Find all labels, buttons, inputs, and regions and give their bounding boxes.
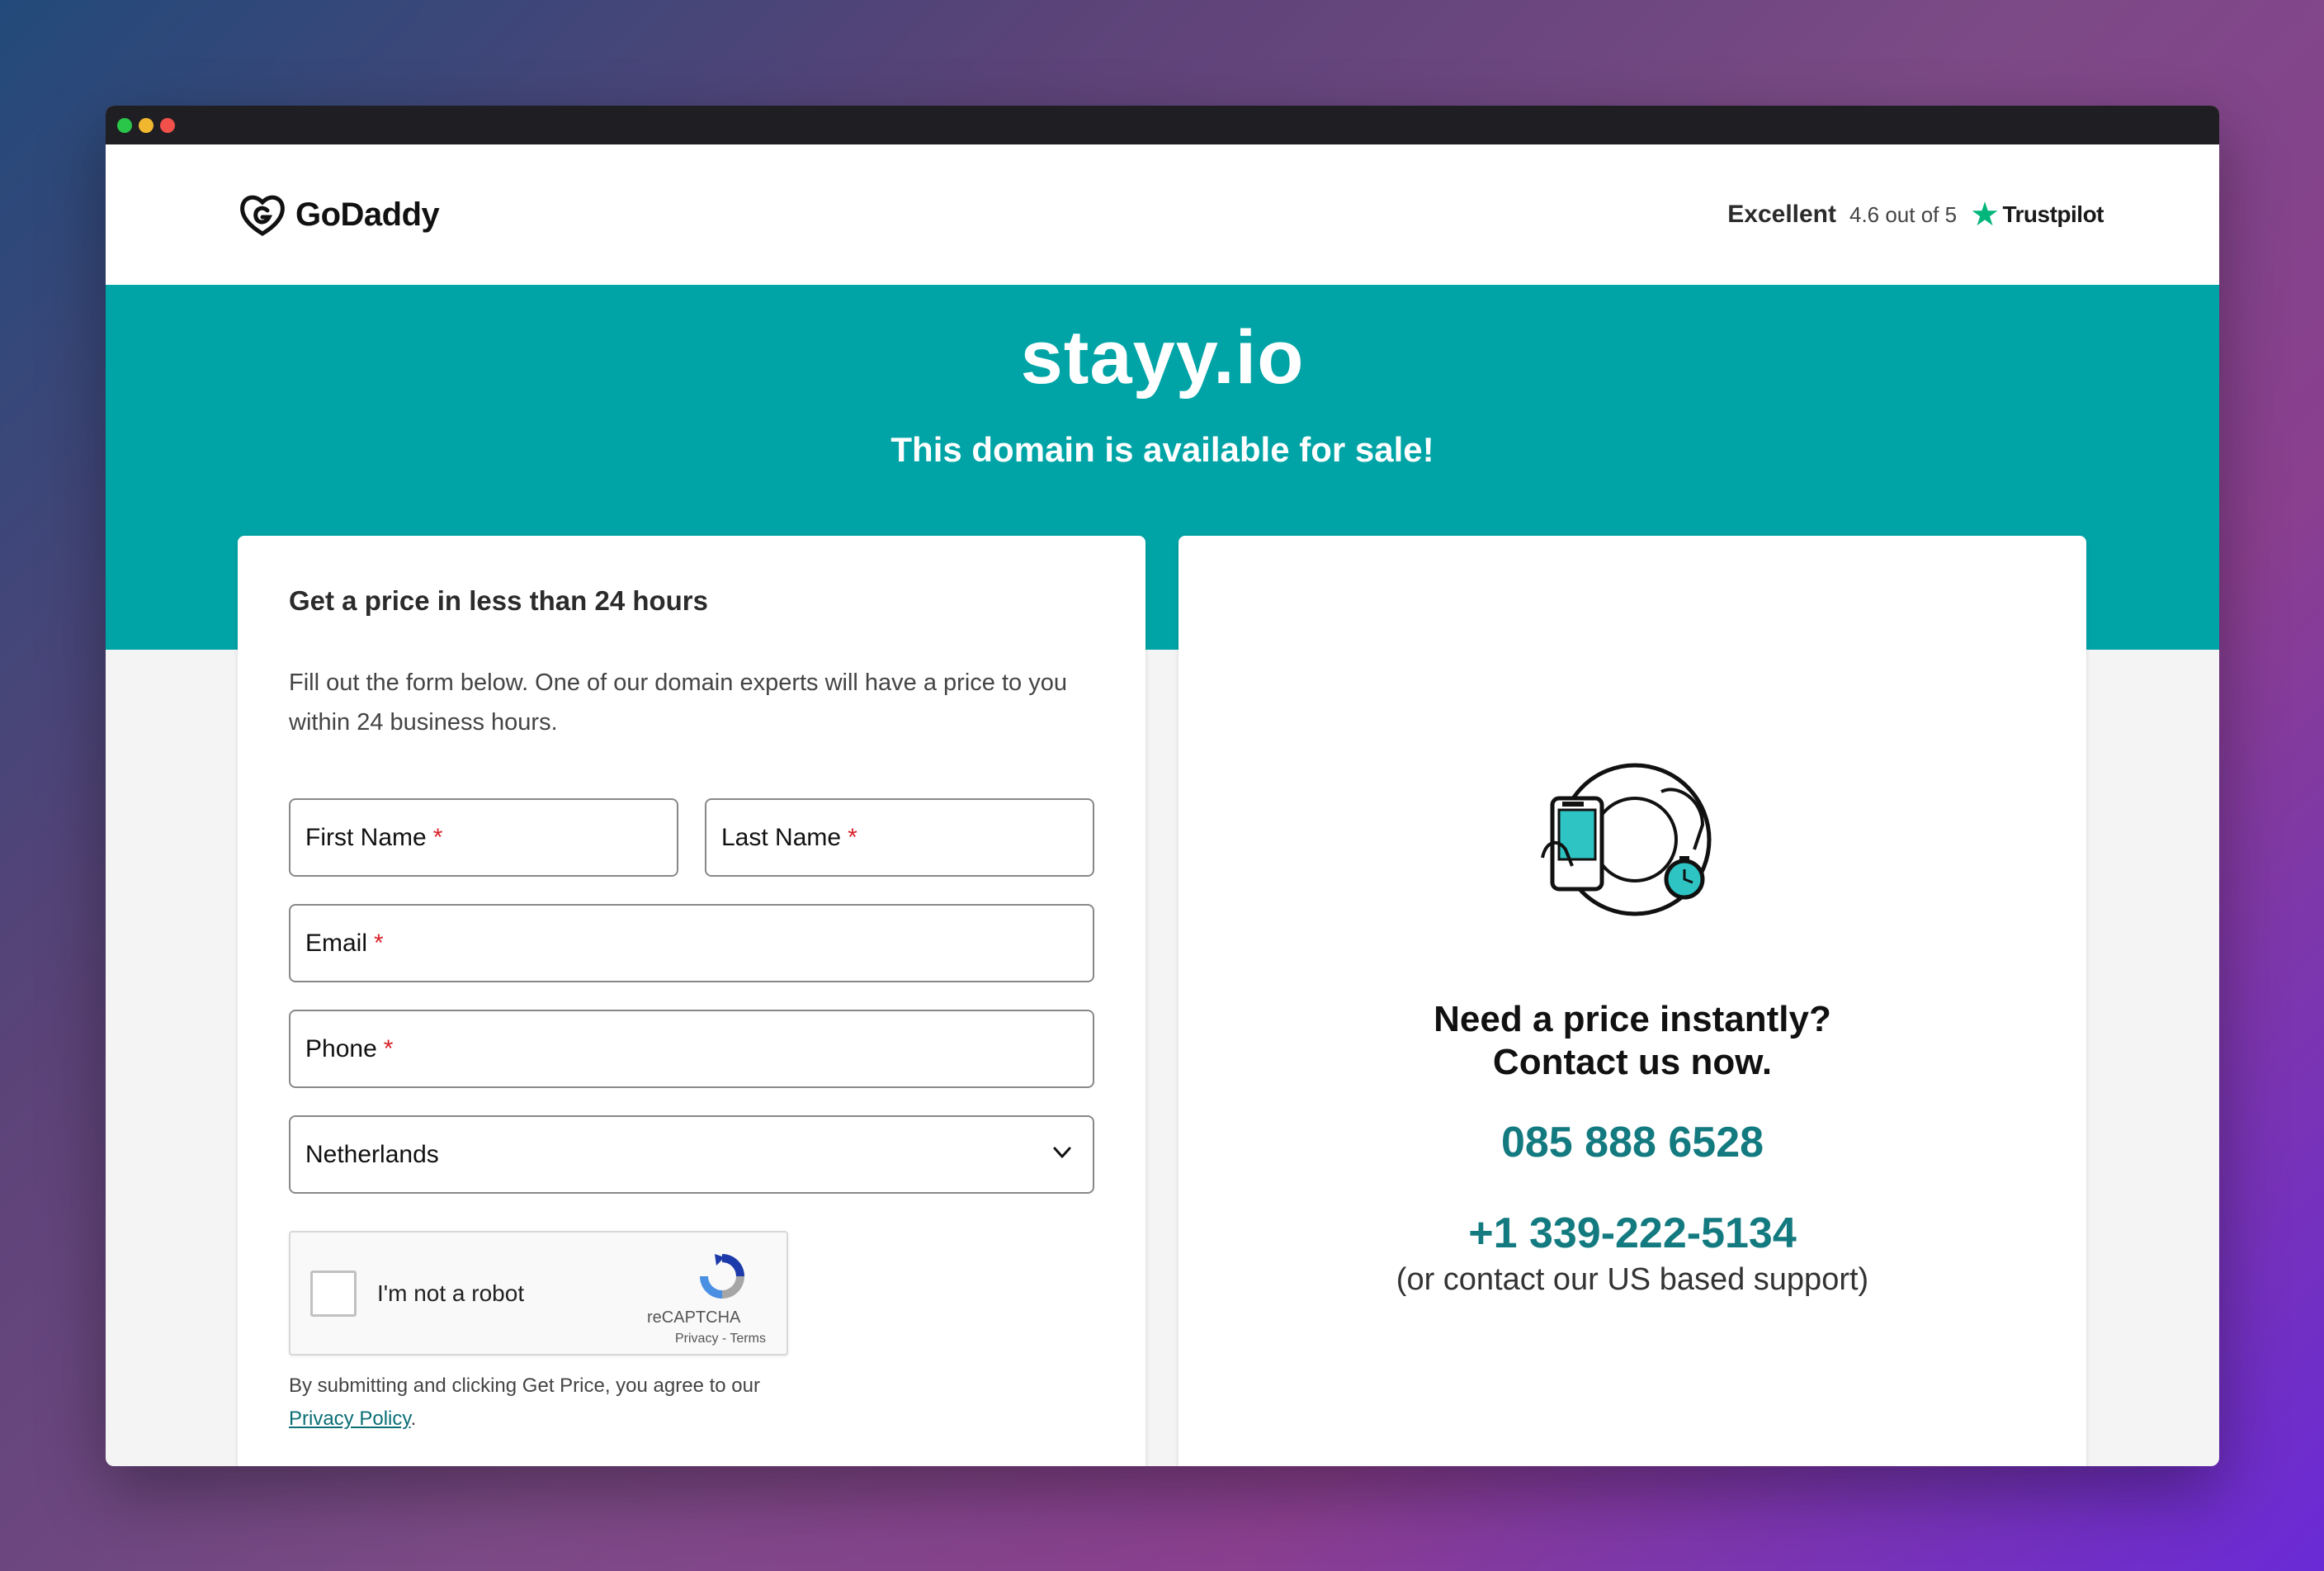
- first-name-field[interactable]: First Name *: [289, 798, 678, 877]
- trustpilot-rating[interactable]: Excellent 4.6 out of 5 ★ Trustpilot: [1727, 198, 2104, 231]
- email-label: Email: [305, 929, 368, 957]
- phone-number-local[interactable]: 085 888 6528: [1179, 1118, 2086, 1167]
- recaptcha-privacy-terms-links[interactable]: Privacy - Terms: [675, 1332, 766, 1346]
- required-marker: *: [374, 929, 384, 957]
- recaptcha-brand: reCAPTCHA: [647, 1308, 741, 1327]
- required-marker: *: [383, 1034, 394, 1062]
- cta-line2: Contact us now.: [1492, 1042, 1773, 1082]
- chevron-down-icon: [1053, 1147, 1071, 1158]
- last-name-field[interactable]: Last Name *: [705, 798, 1094, 877]
- phone-label: Phone: [305, 1034, 377, 1062]
- rating-score: 4.6 out of 5: [1849, 201, 1958, 227]
- privacy-disclaimer: By submitting and clicking Get Price, yo…: [289, 1370, 760, 1436]
- trustpilot-label: Trustpilot: [2002, 201, 2104, 227]
- required-marker: *: [848, 823, 857, 851]
- window-maximize-button[interactable]: [117, 117, 132, 133]
- price-request-form: Get a price in less than 24 hours Fill o…: [238, 536, 1145, 1466]
- domain-name: stayy.io: [1020, 315, 1305, 400]
- browser-window: GoDaddy Excellent 4.6 out of 5 ★ Trustpi…: [106, 106, 2219, 1466]
- form-description: Fill out the form below. One of our doma…: [289, 670, 1067, 736]
- phone-field[interactable]: Phone *: [289, 1010, 1094, 1088]
- logo-text: GoDaddy: [295, 196, 440, 233]
- window-close-button[interactable]: [160, 117, 175, 133]
- contact-card: Need a price instantly? Contact us now. …: [1179, 536, 2086, 1466]
- disclaimer-text: By submitting and clicking Get Price, yo…: [289, 1375, 760, 1397]
- title-bar: [106, 106, 2219, 144]
- form-title: Get a price in less than 24 hours: [289, 585, 709, 616]
- cta-line1: Need a price instantly?: [1434, 999, 1831, 1039]
- godaddy-heart-icon: [240, 195, 285, 236]
- godaddy-logo[interactable]: GoDaddy: [238, 192, 440, 237]
- recaptcha-logo-icon: [700, 1254, 744, 1299]
- us-support-note: (or contact our US based support): [1396, 1262, 1869, 1297]
- first-name-label: First Name: [305, 823, 427, 851]
- recaptcha-widget: I'm not a robot reCAPTCHA Privacy - Term…: [289, 1231, 788, 1356]
- hero-subtitle: This domain is available for sale!: [890, 430, 1434, 469]
- phone-number-us[interactable]: +1 339-222-5134: [1179, 1209, 2086, 1258]
- recaptcha-label: I'm not a robot: [377, 1280, 525, 1306]
- last-name-label: Last Name: [721, 823, 842, 851]
- disclaimer-end: .: [410, 1408, 417, 1430]
- email-field[interactable]: Email *: [289, 904, 1094, 982]
- country-selected-value: Netherlands: [305, 1140, 439, 1168]
- country-select[interactable]: Netherlands: [289, 1115, 1094, 1194]
- privacy-policy-link[interactable]: Privacy Policy: [289, 1408, 411, 1430]
- phone-support-illustration-icon: [1541, 763, 1712, 916]
- window-minimize-button[interactable]: [139, 117, 154, 133]
- star-icon: ★: [1970, 196, 2000, 233]
- site-header: GoDaddy Excellent 4.6 out of 5 ★ Trustpi…: [106, 144, 2219, 285]
- rating-label: Excellent: [1727, 201, 1836, 228]
- contact-cta: Need a price instantly? Contact us now.: [1179, 998, 2086, 1084]
- required-marker: *: [432, 823, 443, 851]
- trustpilot-logo: ★ Trustpilot: [1970, 198, 2104, 231]
